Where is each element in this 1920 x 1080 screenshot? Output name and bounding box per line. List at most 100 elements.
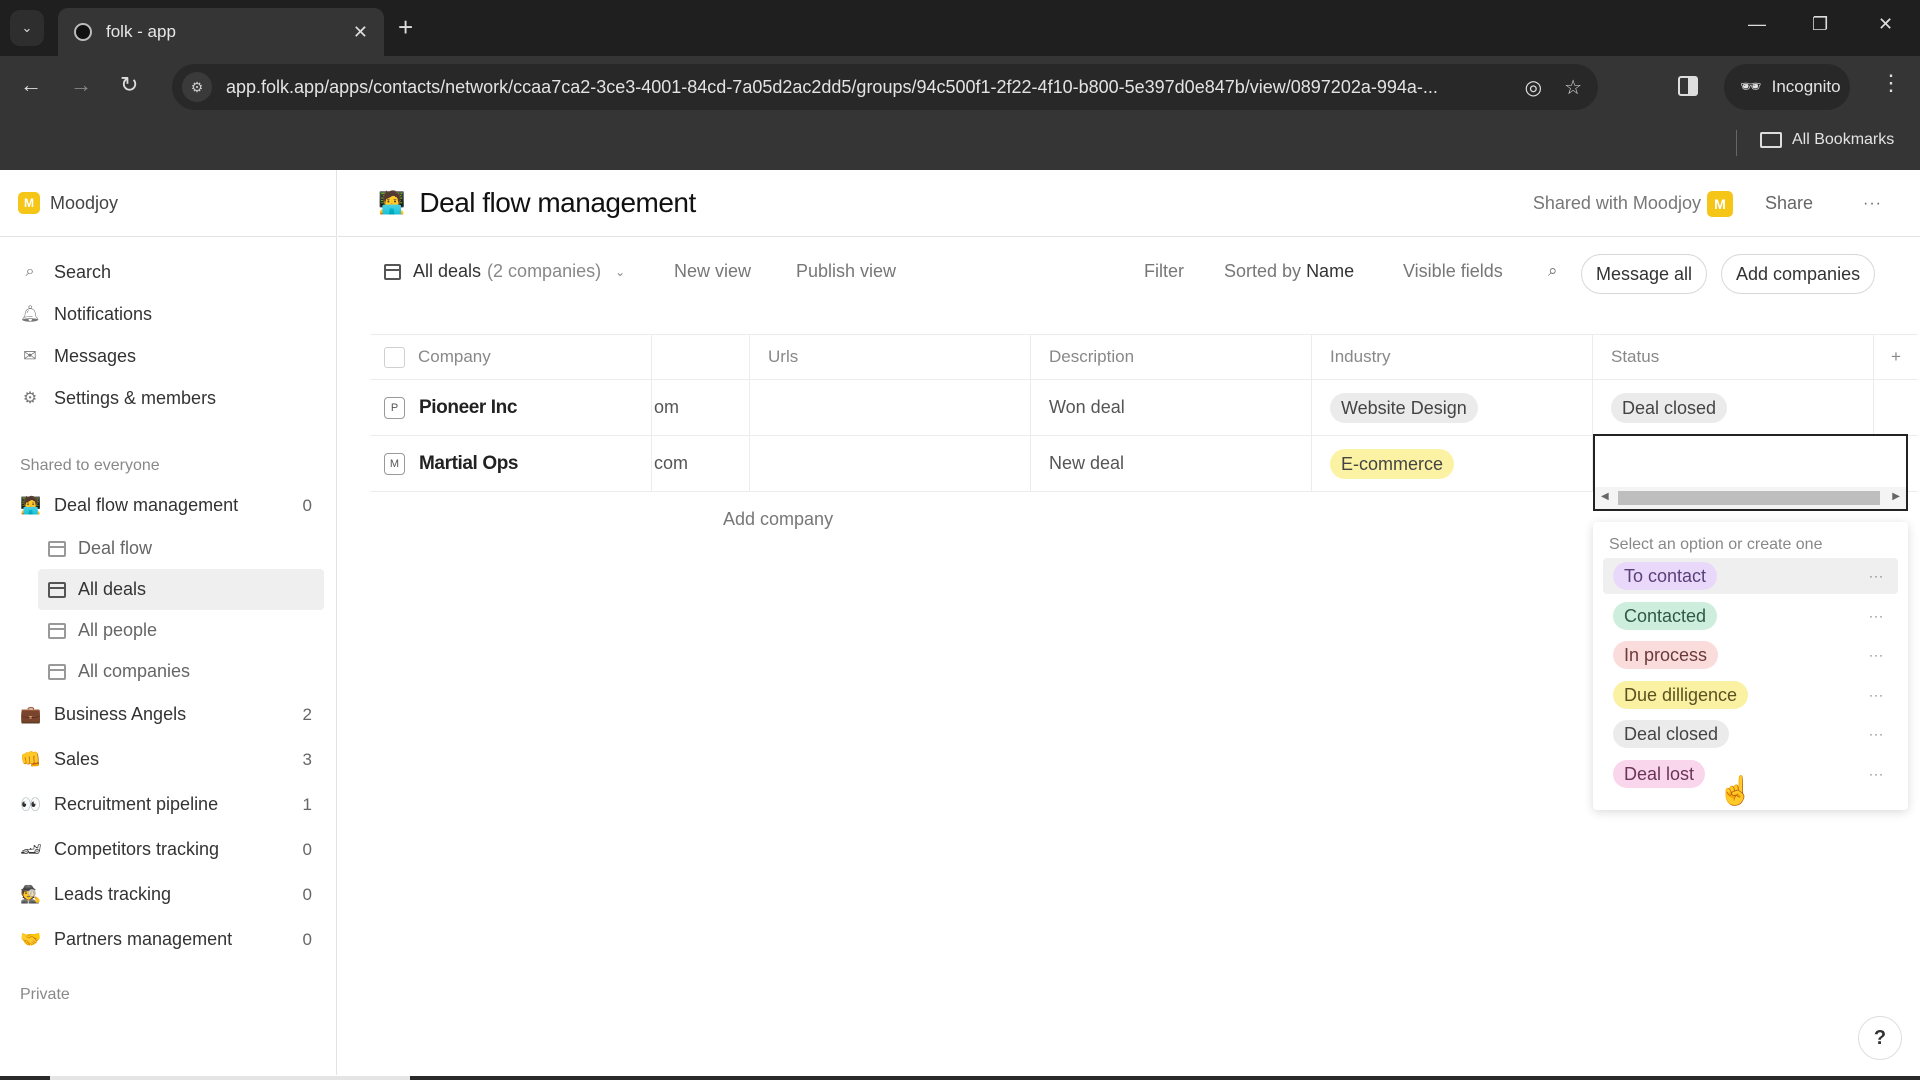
eye-off-icon[interactable]: ◎	[1525, 75, 1542, 100]
group-label: Deal flow management	[54, 495, 239, 515]
add-companies-button[interactable]: Add companies	[1721, 254, 1876, 294]
status-cell-editor[interactable]: ◀ ▶	[1593, 434, 1908, 511]
handshake-emoji-icon: 🤝	[20, 929, 42, 949]
urls-cell[interactable]	[750, 436, 1031, 491]
select-all-checkbox[interactable]	[384, 346, 405, 368]
option-more-icon[interactable]: ···	[1869, 767, 1884, 781]
add-column-icon[interactable]: +	[1874, 335, 1918, 379]
star-icon[interactable]: ☆	[1564, 75, 1582, 100]
add-company-button[interactable]: Add company	[723, 509, 833, 530]
domain-cell[interactable]: com	[651, 436, 750, 491]
urls-cell[interactable]	[750, 380, 1031, 435]
scroll-right-icon[interactable]: ▶	[1892, 491, 1900, 502]
chevron-down-icon: ⌄	[21, 20, 33, 35]
incognito-badge[interactable]: 🕶 Incognito	[1724, 64, 1850, 110]
status-option[interactable]: To contact ···	[1603, 558, 1898, 594]
bookmarks-bar: All Bookmarks	[0, 118, 1920, 170]
view-deal-flow[interactable]: Deal flow	[38, 528, 324, 569]
column-header-urls[interactable]: Urls	[750, 335, 1031, 379]
sidebar-item-messages[interactable]: ✉ Messages	[0, 335, 336, 377]
company-cell[interactable]: M Martial Ops	[370, 436, 651, 491]
site-info-icon[interactable]: ⚙	[182, 72, 212, 102]
company-name[interactable]: Pioneer Inc	[419, 397, 517, 419]
back-icon[interactable]: ←	[20, 72, 42, 98]
domain-cell[interactable]: om	[651, 380, 750, 435]
option-more-icon[interactable]: ···	[1869, 727, 1884, 741]
share-button[interactable]: Share	[1765, 193, 1813, 214]
status-option[interactable]: In process ···	[1603, 637, 1898, 673]
visible-fields-button[interactable]: Visible fields	[1403, 261, 1503, 282]
close-tab-icon[interactable]: ✕	[353, 22, 368, 43]
table-header-row: Company Urls Description Industry Status…	[370, 334, 1918, 380]
column-header-status[interactable]: Status	[1593, 335, 1874, 379]
industry-cell[interactable]: Website Design	[1312, 380, 1593, 435]
option-more-icon[interactable]: ···	[1869, 569, 1884, 583]
company-cell[interactable]: P Pioneer Inc	[370, 380, 651, 435]
search-icon[interactable]: ⌕	[1548, 261, 1558, 281]
group-partners-management[interactable]: 🤝 Partners management 0	[0, 917, 336, 962]
group-recruitment-pipeline[interactable]: 👀 Recruitment pipeline 1	[0, 782, 336, 827]
company-name[interactable]: Martial Ops	[419, 453, 518, 475]
tab-search-button[interactable]: ⌄	[10, 10, 44, 46]
incognito-icon: 🕶	[1740, 77, 1762, 96]
side-panel-icon[interactable]	[1678, 76, 1698, 96]
sort-button[interactable]: Sorted by Name	[1224, 261, 1354, 282]
view-label: All people	[78, 620, 158, 640]
browser-tab[interactable]: folk - app ✕	[58, 8, 384, 56]
new-tab-icon[interactable]: +	[398, 12, 413, 43]
all-bookmarks-button[interactable]: All Bookmarks	[1760, 131, 1894, 149]
status-option[interactable]: Contacted ···	[1603, 598, 1898, 634]
sidebar-item-search[interactable]: ⌕ Search	[0, 251, 336, 293]
column-label: Company	[418, 347, 491, 366]
help-button[interactable]: ?	[1858, 1016, 1902, 1060]
sidebar-item-notifications[interactable]: 🔔︎ Notifications	[0, 293, 336, 335]
publish-view-button[interactable]: Publish view	[796, 261, 896, 282]
view-label: Deal flow	[78, 538, 153, 558]
sidebar-item-settings[interactable]: ⚙ Settings & members	[0, 377, 336, 419]
message-all-button[interactable]: Message all	[1581, 254, 1708, 294]
column-header-description[interactable]: Description	[1031, 335, 1312, 379]
close-window-icon[interactable]: ✕	[1878, 14, 1893, 35]
status-cell[interactable]: Deal closed	[1593, 380, 1874, 435]
restore-icon[interactable]: ❐	[1812, 14, 1828, 35]
reload-icon[interactable]: ↻	[120, 72, 138, 98]
group-leads-tracking[interactable]: 🕵 Leads tracking 0	[0, 872, 336, 917]
more-options-icon[interactable]: ···	[1863, 195, 1882, 213]
horizontal-scrollbar[interactable]: ◀ ▶	[1595, 487, 1906, 509]
column-header-industry[interactable]: Industry	[1312, 335, 1593, 379]
description-cell[interactable]: Won deal	[1031, 380, 1312, 435]
column-header-company[interactable]: Company	[370, 335, 651, 379]
view-all-people[interactable]: All people	[38, 610, 324, 651]
folder-icon	[1760, 132, 1782, 148]
scroll-left-icon[interactable]: ◀	[1601, 491, 1609, 502]
table-row[interactable]: P Pioneer Inc om Won deal Website Design…	[370, 380, 1918, 436]
view-all-deals[interactable]: All deals	[38, 569, 324, 610]
workspace-switcher[interactable]: M Moodjoy	[0, 170, 336, 237]
group-sales[interactable]: 👊 Sales 3	[0, 737, 336, 782]
minimize-icon[interactable]: —	[1748, 14, 1766, 35]
industry-cell[interactable]: E-commerce	[1312, 436, 1593, 491]
option-more-icon[interactable]: ···	[1869, 648, 1884, 662]
status-option[interactable]: Due dilligence ···	[1603, 677, 1898, 713]
group-competitors-tracking[interactable]: 🏎 Competitors tracking 0	[0, 827, 336, 872]
column-header-domain[interactable]	[651, 335, 750, 379]
view-all-companies[interactable]: All companies	[38, 651, 324, 692]
address-bar[interactable]: ⚙ app.folk.app/apps/contacts/network/cca…	[172, 64, 1598, 110]
option-more-icon[interactable]: ···	[1869, 688, 1884, 702]
status-option[interactable]: Deal closed ···	[1603, 716, 1898, 752]
scrollbar-thumb[interactable]	[1618, 491, 1880, 505]
group-deal-flow-management[interactable]: 🧑‍💻 Deal flow management 0	[0, 483, 336, 528]
group-count: 0	[302, 929, 312, 949]
group-business-angels[interactable]: 💼 Business Angels 2	[0, 692, 336, 737]
view-selector[interactable]: All deals (2 companies) ⌄	[384, 261, 625, 282]
description-cell[interactable]: New deal	[1031, 436, 1312, 491]
bell-icon: 🔔︎	[20, 306, 41, 323]
new-view-button[interactable]: New view	[674, 261, 751, 282]
sort-field: Name	[1306, 261, 1355, 281]
forward-icon[interactable]: →	[70, 72, 92, 98]
option-more-icon[interactable]: ···	[1869, 609, 1884, 623]
filter-button[interactable]: Filter	[1144, 261, 1184, 282]
browser-menu-icon[interactable]: ⋮	[1880, 70, 1902, 96]
sidebar-item-label: Messages	[54, 345, 137, 366]
view-count: (2 companies)	[487, 261, 602, 281]
